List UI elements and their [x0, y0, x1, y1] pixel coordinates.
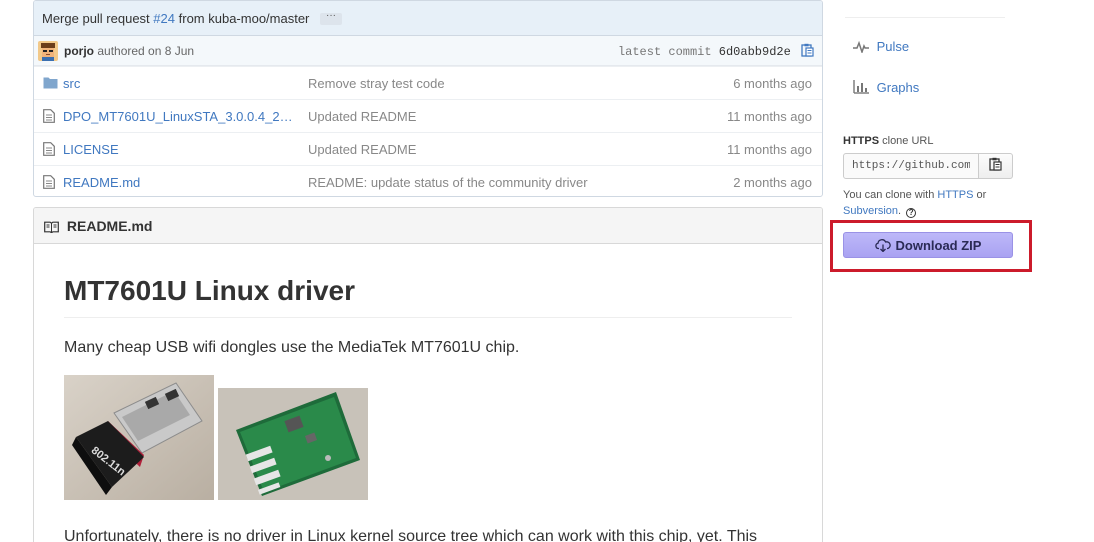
file-row[interactable]: DPO_MT7601U_LinuxSTA_3.0.0.4_20130913 Up…: [34, 99, 822, 132]
folder-icon: [43, 76, 58, 92]
file-icon: [43, 142, 55, 159]
usb-dongle-photo[interactable]: 802.11n: [64, 375, 214, 500]
file-name-link[interactable]: LICENSE: [63, 142, 298, 157]
file-commit-message[interactable]: README: update status of the community d…: [308, 175, 588, 190]
sidebar-item-label: Graphs: [876, 80, 920, 95]
latest-commit-label: latest commit: [617, 45, 712, 60]
subversion-clone-link[interactable]: Subversion: [843, 205, 898, 217]
readme-paragraph: Unfortunately, there is no driver in Lin…: [64, 528, 758, 542]
clone-label-text: clone URL: [882, 135, 934, 147]
sidebar-divider: [845, 17, 1005, 18]
avatar[interactable]: [38, 41, 58, 61]
expand-commit-button[interactable]: ···: [320, 10, 343, 25]
sidebar-item-graphs[interactable]: Graphs: [853, 80, 919, 97]
clone-help-prefix: You can clone with: [843, 189, 935, 201]
file-row[interactable]: LICENSE Updated README 11 months ago: [34, 132, 822, 165]
file-name-link[interactable]: README.md: [63, 175, 298, 190]
commit-message-suffix: from kuba-moo/master: [178, 11, 310, 26]
readme-photos: 802.11n: [64, 375, 792, 500]
download-zip-label: Download ZIP: [895, 237, 982, 253]
file-age: 2 months ago: [733, 175, 812, 190]
commit-meta: porjo authored on 8 Jun latest commit 6d…: [34, 36, 822, 66]
sidebar-item-label: Pulse: [876, 39, 910, 54]
file-commit-message[interactable]: Remove stray test code: [308, 76, 445, 91]
help-icon[interactable]: ?: [906, 208, 917, 218]
clone-url-label: HTTPS clone URL: [843, 135, 933, 147]
copy-clone-url-button[interactable]: [978, 153, 1013, 179]
clone-help-or: or: [976, 189, 987, 201]
readme-header: README.md: [34, 208, 822, 244]
clipboard-icon[interactable]: [801, 43, 814, 61]
file-name-link[interactable]: src: [63, 76, 298, 91]
file-icon: [43, 175, 55, 192]
https-clone-link[interactable]: HTTPS: [937, 189, 973, 201]
pcb-photo[interactable]: [218, 388, 368, 500]
pulse-icon: [853, 40, 869, 56]
readme-box: README.md MT7601U Linux driver Many chea…: [33, 207, 823, 542]
pull-request-link[interactable]: #24: [153, 11, 175, 26]
readme-filename: README.md: [66, 218, 153, 234]
clone-url-input[interactable]: [843, 153, 979, 179]
file-commit-message[interactable]: Updated README: [308, 109, 416, 124]
cloud-download-icon: [874, 238, 891, 252]
file-age: 6 months ago: [733, 76, 812, 91]
readme-title: MT7601U Linux driver: [64, 275, 792, 318]
author-name[interactable]: porjo: [64, 44, 94, 58]
sidebar-item-pulse[interactable]: Pulse: [853, 39, 909, 56]
file-commit-message[interactable]: Updated README: [308, 142, 416, 157]
file-age: 11 months ago: [726, 109, 812, 124]
commit-sha[interactable]: 6d0abb9d2e: [719, 45, 791, 59]
commit-message-prefix: Merge pull request: [42, 11, 150, 26]
file-row[interactable]: src Remove stray test code 6 months ago: [34, 66, 822, 99]
readme-intro: Many cheap USB wifi dongles use the Medi…: [64, 339, 520, 356]
file-navigation-box: Merge pull request #24 from kuba-moo/mas…: [33, 0, 823, 197]
authored-date: authored on 8 Jun: [97, 44, 195, 58]
readme-body: MT7601U Linux driver Many cheap USB wifi…: [34, 275, 822, 542]
latest-commit: latest commit 6d0abb9d2e: [618, 43, 814, 61]
file-row[interactable]: README.md README: update status of the c…: [34, 165, 822, 196]
clipboard-icon: [989, 157, 1002, 176]
graph-icon: [853, 80, 869, 97]
book-icon: [44, 220, 59, 236]
download-zip-button[interactable]: Download ZIP: [843, 232, 1013, 258]
commit-author: porjo authored on 8 Jun: [64, 44, 194, 58]
file-icon: [43, 109, 55, 126]
file-name-link[interactable]: DPO_MT7601U_LinuxSTA_3.0.0.4_20130913: [63, 109, 298, 124]
file-age: 11 months ago: [726, 142, 812, 157]
clone-protocol: HTTPS: [843, 135, 880, 147]
commit-title: Merge pull request #24 from kuba-moo/mas…: [34, 1, 822, 36]
clone-help-text: You can clone with HTTPS or Subversion. …: [843, 189, 987, 218]
